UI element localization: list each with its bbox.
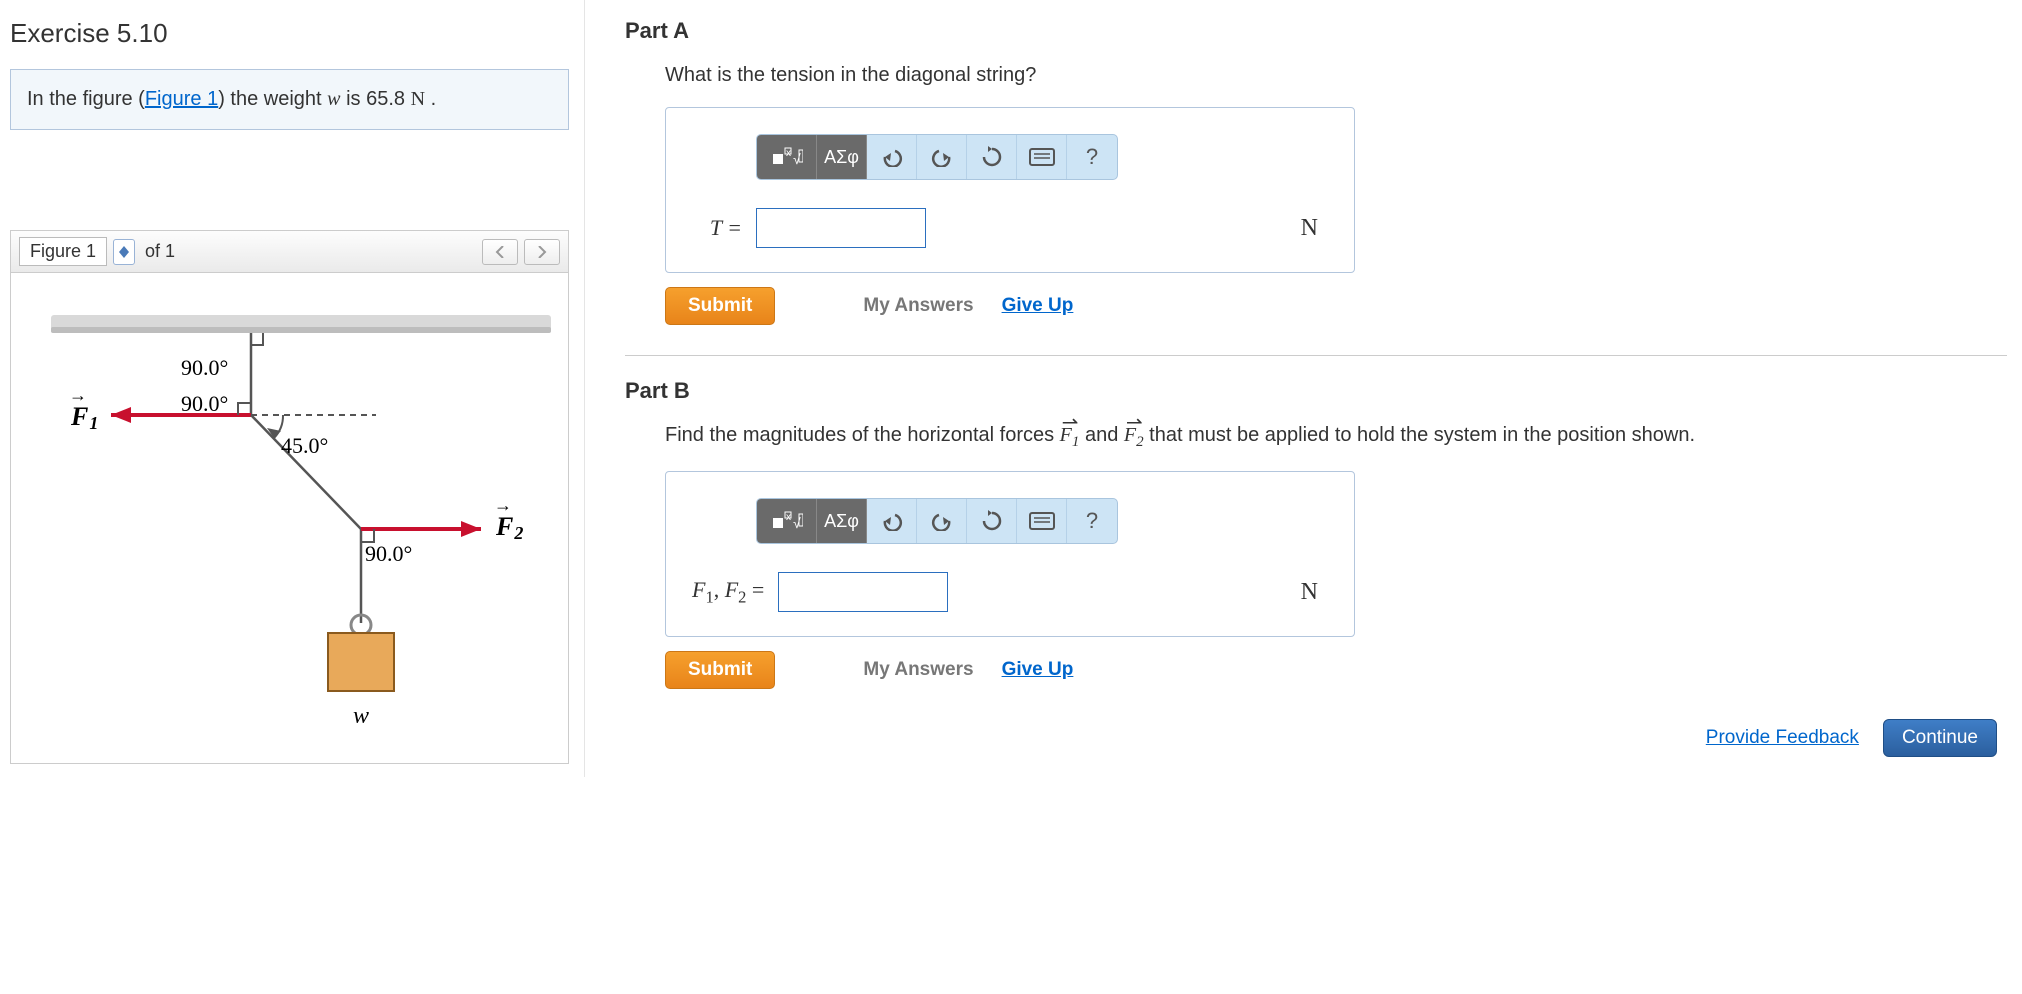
problem-statement: In the figure (Figure 1) the weight w is… <box>10 69 569 130</box>
toolbar-undo-button[interactable] <box>867 135 917 179</box>
part-b-answer-input[interactable] <box>778 572 948 612</box>
toolbar-greek-button[interactable]: ΑΣφ <box>817 135 867 179</box>
figure-name: Figure 1 <box>19 237 107 266</box>
part-a-submit-button[interactable]: Submit <box>665 287 775 325</box>
answer-toolbar-b: x √ ΑΣφ <box>756 498 1118 544</box>
toolbar-reset-button[interactable] <box>967 135 1017 179</box>
figure-index-stepper[interactable] <box>113 239 135 265</box>
angle-top-label: 90.0° <box>181 355 228 380</box>
help-icon: ? <box>1086 508 1098 534</box>
figure-diagram: F1 → <box>11 273 568 763</box>
problem-text-mid: ) the weight <box>218 88 327 110</box>
part-a-question: What is the tension in the diagonal stri… <box>665 64 2007 87</box>
svg-text:√: √ <box>793 151 801 167</box>
toolbar-redo-button[interactable] <box>917 135 967 179</box>
toolbar-keyboard-button[interactable] <box>1017 499 1067 543</box>
toolbar-help-button[interactable]: ? <box>1067 499 1117 543</box>
toolbar-undo-button[interactable] <box>867 499 917 543</box>
toolbar-templates-button[interactable]: x √ <box>757 135 817 179</box>
toolbar-templates-button[interactable]: x √ <box>757 499 817 543</box>
svg-text:45.0°: 45.0° <box>281 433 328 458</box>
part-a-answer-box: x √ ΑΣφ <box>665 107 1355 273</box>
help-icon: ? <box>1086 144 1098 170</box>
part-b-question: Find the magnitudes of the horizontal fo… <box>665 424 2007 451</box>
undo-icon <box>881 147 903 167</box>
part-a-give-up[interactable]: Give Up <box>1002 295 1074 317</box>
problem-var-w: w <box>327 88 340 110</box>
figure-prev-button[interactable] <box>482 239 518 265</box>
part-b-unit: N <box>1301 579 1318 606</box>
provide-feedback-link[interactable]: Provide Feedback <box>1706 727 1859 749</box>
problem-period: . <box>425 88 436 110</box>
figure-link[interactable]: Figure 1 <box>145 88 218 110</box>
svg-text:90.0°: 90.0° <box>365 541 412 566</box>
svg-text:F1: F1 <box>70 402 98 433</box>
problem-text-after: is 65.8 <box>341 88 411 110</box>
chevron-right-icon <box>537 246 547 258</box>
figure-panel: Figure 1 of 1 <box>10 230 569 764</box>
keyboard-icon <box>1029 148 1055 166</box>
part-a-title: Part A <box>625 18 2007 44</box>
part-a-var-label: T = <box>692 215 742 241</box>
figure-of-text: of 1 <box>145 241 175 262</box>
part-b-give-up[interactable]: Give Up <box>1002 659 1074 681</box>
keyboard-icon <box>1029 512 1055 530</box>
problem-unit: N <box>411 88 425 110</box>
toolbar-keyboard-button[interactable] <box>1017 135 1067 179</box>
part-b-q-suffix: that must be applied to hold the system … <box>1144 424 1695 446</box>
part-b-q-mid: and <box>1079 424 1123 446</box>
redo-icon <box>931 147 953 167</box>
figure-header: Figure 1 of 1 <box>11 231 568 273</box>
part-a-my-answers[interactable]: My Answers <box>863 295 973 317</box>
toolbar-help-button[interactable]: ? <box>1067 135 1117 179</box>
svg-text:→: → <box>494 495 512 515</box>
part-b-my-answers[interactable]: My Answers <box>863 659 973 681</box>
part-b-answer-box: x √ ΑΣφ <box>665 471 1355 637</box>
svg-text:F2: F2 <box>495 512 523 543</box>
undo-icon <box>881 511 903 531</box>
redo-icon <box>931 511 953 531</box>
vector-f1: ⇀F1 <box>1060 424 1080 446</box>
svg-text:√: √ <box>793 515 801 531</box>
part-b-submit-button[interactable]: Submit <box>665 651 775 689</box>
part-a-unit: N <box>1301 215 1318 242</box>
svg-text:90.0°: 90.0° <box>181 391 228 416</box>
template-icon: x √ <box>771 146 803 168</box>
toolbar-greek-button[interactable]: ΑΣφ <box>817 499 867 543</box>
template-icon: x √ <box>771 510 803 532</box>
divider <box>625 355 2007 356</box>
toolbar-reset-button[interactable] <box>967 499 1017 543</box>
toolbar-redo-button[interactable] <box>917 499 967 543</box>
svg-text:→: → <box>69 385 87 405</box>
problem-text-prefix: In the figure ( <box>27 88 145 110</box>
vector-f2: ⇀F2 <box>1124 424 1144 446</box>
part-a-answer-input[interactable] <box>756 208 926 248</box>
part-b-q-prefix: Find the magnitudes of the horizontal fo… <box>665 424 1060 446</box>
chevron-left-icon <box>495 246 505 258</box>
reset-icon <box>981 510 1003 532</box>
continue-button[interactable]: Continue <box>1883 719 1997 757</box>
figure-next-button[interactable] <box>524 239 560 265</box>
part-b-title: Part B <box>625 378 2007 404</box>
svg-text:w: w <box>353 703 369 729</box>
reset-icon <box>981 146 1003 168</box>
answer-toolbar: x √ ΑΣφ <box>756 134 1118 180</box>
exercise-title: Exercise 5.10 <box>10 18 569 49</box>
part-b-var-label: F1, F2 = <box>692 577 764 607</box>
